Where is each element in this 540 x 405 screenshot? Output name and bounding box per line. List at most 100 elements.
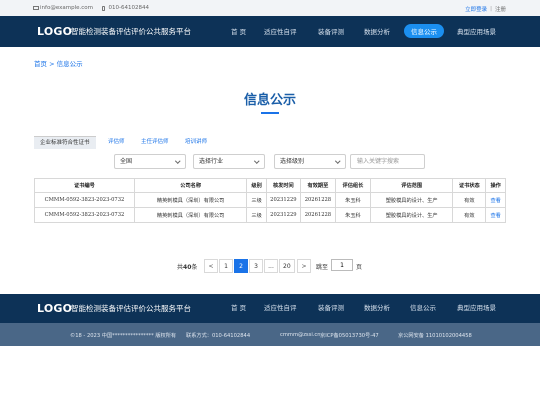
table-row: CMMM-0592-3823-2023-0732 精英刺模具（深圳）有限公司 三… xyxy=(34,207,506,223)
table-row: CMMM-0592-3823-2023-0732 精英刺模具（深圳）有限公司 三… xyxy=(34,192,506,208)
nav-item-home[interactable]: 首 页 xyxy=(231,26,246,36)
pagination-total: 共40条 xyxy=(177,262,197,271)
tab-assessor[interactable]: 评估师 xyxy=(108,136,125,149)
col-header-scope: 评估范围 xyxy=(369,178,454,193)
goto-page-input[interactable] xyxy=(331,259,353,271)
footer-nav-data-analysis[interactable]: 数据分析 xyxy=(364,302,390,312)
cell-leader: 朱玉科 xyxy=(334,207,371,223)
col-header-level: 级别 xyxy=(246,178,267,193)
main-header: LOGO 智能检测装备评估评价公共服务平台 首 页 适应性自评 装备评测 数据分… xyxy=(0,16,540,47)
industry-select[interactable]: 选择行业 xyxy=(193,154,265,169)
cell-company: 精英刺模具（深圳）有限公司 xyxy=(133,207,248,223)
phone-text: 010-64102844 xyxy=(108,5,149,11)
email-text: info@example.com xyxy=(40,5,93,11)
page-button-20[interactable]: 20 xyxy=(279,259,295,273)
footer-logo[interactable]: LOGO xyxy=(37,302,72,315)
footer-nav-application-scenarios[interactable]: 典型应用场景 xyxy=(457,302,496,312)
cell-expiry: 20261228 xyxy=(299,192,336,208)
col-header-issue-date: 核发时间 xyxy=(265,178,301,193)
cell-action: 查看 xyxy=(485,192,506,208)
page-button-3[interactable]: 3 xyxy=(249,259,263,273)
contact-text: 联系方式：010-64102844 xyxy=(186,333,251,339)
cell-status: 有效 xyxy=(452,192,487,208)
copyright-text: ©18 - 2023 中国**************** 版权所有 xyxy=(70,333,177,339)
nav-item-application-scenarios[interactable]: 典型应用场景 xyxy=(457,26,496,36)
login-link[interactable]: 立即登录 xyxy=(465,5,487,13)
footer-nav-info-disclosure[interactable]: 信息公示 xyxy=(410,302,436,312)
view-link[interactable]: 查看 xyxy=(490,213,500,219)
col-header-company: 公司名称 xyxy=(133,178,248,193)
police-record-link[interactable]: 京公网安备 11010102004458 xyxy=(398,332,472,339)
col-header-expiry: 有效期至 xyxy=(299,178,336,193)
title-underline xyxy=(261,112,279,114)
level-select[interactable]: 选择级别 xyxy=(274,154,346,169)
nav-item-equipment-evaluation[interactable]: 装备评测 xyxy=(318,26,344,36)
footer-bottom-bar: ©18 - 2023 中国**************** 版权所有 联系方式：… xyxy=(0,323,540,346)
goto-suffix: 页 xyxy=(356,264,363,271)
site-title: 智能检测装备评估评价公共服务平台 xyxy=(71,27,191,36)
breadcrumb: 首页 > 信息公示 xyxy=(34,58,83,68)
table-header-row: 证书编号 公司名称 级别 核发时间 有效期至 评估组长 评估范围 证书状态 操作 xyxy=(34,178,506,193)
cell-leader: 朱玉科 xyxy=(334,192,371,208)
col-header-cert-no: 证书编号 xyxy=(34,178,135,193)
industry-select-value: 选择行业 xyxy=(199,158,224,165)
chevron-down-icon xyxy=(253,158,259,164)
page-button-2[interactable]: 2 xyxy=(234,259,248,273)
contact-info: info@example.com 010-64102844 xyxy=(33,5,149,11)
mail-icon xyxy=(33,6,39,10)
cell-expiry: 20261228 xyxy=(299,207,336,223)
cell-issue-date: 20231229 xyxy=(265,207,301,223)
region-select[interactable]: 全国 xyxy=(114,154,186,169)
breadcrumb-separator: > xyxy=(49,60,55,68)
cell-level: 三级 xyxy=(246,207,267,223)
auth-separator: | xyxy=(490,6,492,12)
register-link[interactable]: 注册 xyxy=(495,5,506,13)
cell-scope: 塑胶模具的设计、生产 xyxy=(369,207,454,223)
auth-links: 立即登录 | 注册 xyxy=(465,5,506,13)
cell-cert-no: CMMM-0592-3823-2023-0732 xyxy=(34,192,135,208)
page-button-1[interactable]: 1 xyxy=(219,259,233,273)
nav-item-self-assessment[interactable]: 适应性自评 xyxy=(264,26,297,36)
breadcrumb-current: 信息公示 xyxy=(56,60,83,68)
cell-issue-date: 20231229 xyxy=(265,192,301,208)
col-header-status: 证书状态 xyxy=(452,178,487,193)
phone-info: 010-64102844 xyxy=(101,5,149,11)
chevron-down-icon xyxy=(334,158,340,164)
icp-link[interactable]: 京ICP备05013730号-47 xyxy=(320,332,379,339)
footer-site-title: 智能检测装备评估评价公共服务平台 xyxy=(71,304,191,313)
cell-status: 有效 xyxy=(452,207,487,223)
logo[interactable]: LOGO xyxy=(37,25,72,38)
certificate-table: 证书编号 公司名称 级别 核发时间 有效期至 评估组长 评估范围 证书状态 操作… xyxy=(34,178,506,223)
tab-chief-assessor[interactable]: 主任评估师 xyxy=(141,136,169,149)
col-header-leader: 评估组长 xyxy=(334,178,371,193)
cell-level: 三级 xyxy=(246,192,267,208)
chevron-down-icon xyxy=(174,158,180,164)
footer-nav-equipment-evaluation[interactable]: 装备评测 xyxy=(318,302,344,312)
tab-enterprise-certificate[interactable]: 企业标准符合性证书 xyxy=(34,136,96,149)
total-suffix: 条 xyxy=(191,264,198,271)
footer: LOGO 智能检测装备评估评价公共服务平台 首 页 适应性自评 装备评测 数据分… xyxy=(0,294,540,323)
col-header-action: 操作 xyxy=(485,178,506,193)
cell-action: 查看 xyxy=(485,207,506,223)
footer-email[interactable]: cmmm@zssi.cn xyxy=(280,332,321,338)
page-title: 信息公示 xyxy=(243,93,296,108)
search-input[interactable] xyxy=(350,154,425,169)
level-select-value: 选择级别 xyxy=(280,158,305,165)
footer-nav-home[interactable]: 首 页 xyxy=(231,302,246,312)
cell-cert-no: CMMM-0592-3823-2023-0732 xyxy=(34,207,135,223)
footer-nav-self-assessment[interactable]: 适应性自评 xyxy=(264,302,297,312)
next-page-button[interactable]: > xyxy=(297,259,311,273)
prev-page-button[interactable]: < xyxy=(204,259,218,273)
goto-prefix: 跳至 xyxy=(316,264,329,271)
nav-item-data-analysis[interactable]: 数据分析 xyxy=(364,26,390,36)
cell-company: 精英刺模具（深圳）有限公司 xyxy=(133,192,248,208)
email-info: info@example.com xyxy=(33,5,93,11)
page-ellipsis: ... xyxy=(264,259,278,273)
nav-item-info-disclosure[interactable]: 信息公示 xyxy=(404,24,444,38)
breadcrumb-home[interactable]: 首页 xyxy=(34,60,47,68)
view-link[interactable]: 查看 xyxy=(490,198,500,204)
tab-trainer[interactable]: 培训讲师 xyxy=(185,136,207,149)
phone-icon xyxy=(101,5,106,11)
top-info-bar: info@example.com 010-64102844 立即登录 | 注册 xyxy=(0,0,540,16)
region-select-value: 全国 xyxy=(120,158,133,165)
